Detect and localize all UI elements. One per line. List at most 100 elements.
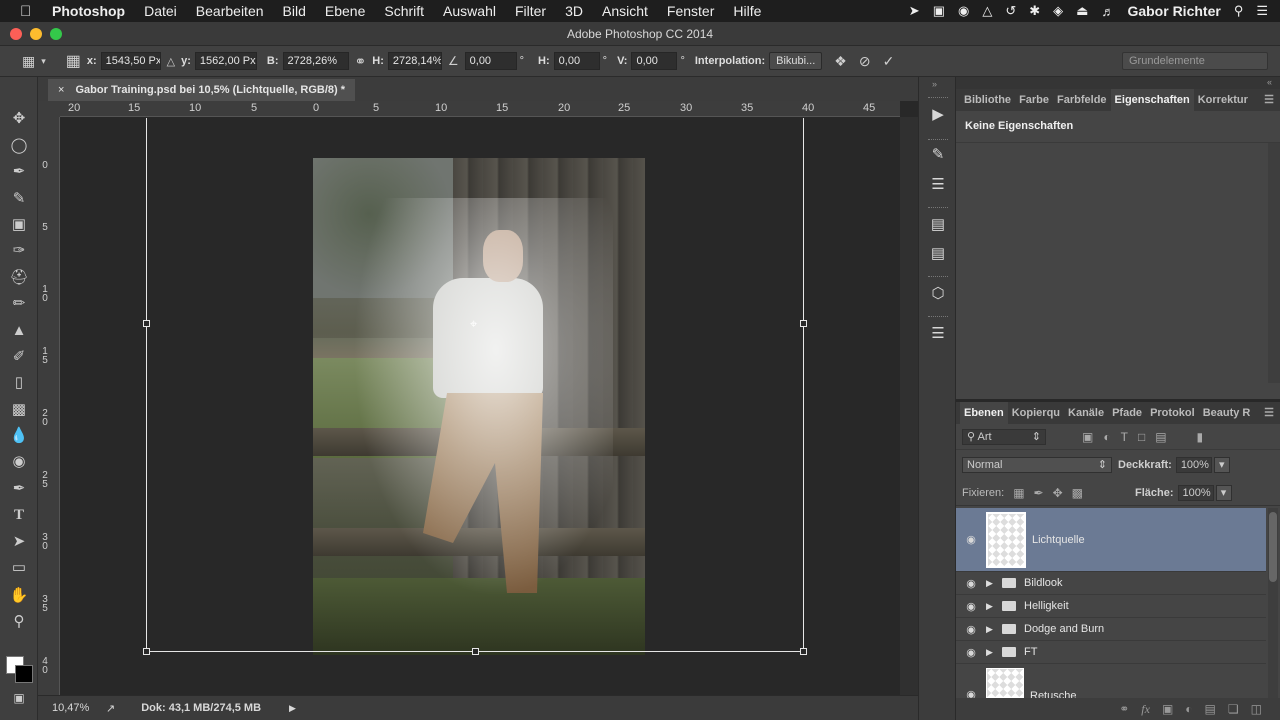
character-panel-icon[interactable]: ▤ (928, 215, 948, 235)
collapse-panels-icon[interactable]: « (1267, 77, 1272, 87)
paragraph-panel-icon[interactable]: ▤ (928, 244, 948, 264)
transform-handle-bottom[interactable] (472, 648, 479, 655)
eye-icon[interactable]: ◉ (956, 688, 986, 698)
gradient-tool-icon[interactable]: ▩ (7, 399, 31, 421)
delete-layer-icon[interactable]: ◫ (1251, 702, 1262, 716)
y-position-field[interactable]: 1562,00 Px (194, 52, 257, 70)
tab-farbe[interactable]: Farbe (1015, 89, 1053, 111)
width-field[interactable]: 2728,26% (282, 52, 349, 70)
bluetooth-icon[interactable]: ✱ (1029, 3, 1040, 19)
blur-tool-icon[interactable]: 💧 (7, 425, 31, 447)
adjustment-layer-icon[interactable]: ◐ (1185, 702, 1192, 716)
menu-schrift[interactable]: Schrift (384, 3, 424, 19)
pen-tool-icon[interactable]: ✒ (7, 478, 31, 500)
dodge-tool-icon[interactable]: ◉ (7, 451, 31, 473)
tab-eigenschaften[interactable]: Eigenschaften (1110, 89, 1194, 111)
menu-hilfe[interactable]: Hilfe (733, 3, 761, 19)
opacity-field[interactable]: 100% (1175, 457, 1212, 473)
document-tab[interactable]: × Gabor Training.psd bei 10,5% (Lichtque… (48, 79, 356, 101)
expand-triangle-icon[interactable]: ▶ (986, 624, 998, 635)
menu-bearbeiten[interactable]: Bearbeiten (196, 3, 264, 19)
menu-datei[interactable]: Datei (144, 3, 177, 19)
blend-mode-select[interactable]: Normal ⇕ (962, 457, 1112, 473)
menu-app-name[interactable]: Photoshop (52, 3, 125, 19)
wifi-icon[interactable]: ◈ (1053, 3, 1063, 19)
reference-point-icon[interactable]: ▦ (66, 51, 81, 71)
ellipse-marquee-tool-icon[interactable]: ◯ (7, 135, 31, 157)
layer-row[interactable]: ◉ Retusche (956, 664, 1266, 698)
interpolation-select[interactable]: Bikubi... (769, 52, 823, 70)
tab-pfade[interactable]: Pfade (1108, 402, 1146, 424)
cloud-icon[interactable]: ➤ (909, 3, 920, 19)
layer-thumbnail[interactable] (986, 668, 1024, 698)
transform-handle-bottom-right[interactable] (800, 648, 807, 655)
layer-style-fx-icon[interactable]: fx (1141, 702, 1150, 717)
tab-bibliotheken[interactable]: Bibliothe (960, 89, 1015, 111)
workspace-select[interactable]: Grundelemente (1122, 52, 1268, 70)
opacity-dropdown-icon[interactable]: ▾ (1213, 457, 1230, 473)
expand-triangle-icon[interactable]: ▶ (986, 647, 998, 658)
3d-panel-icon[interactable]: ⬡ (928, 284, 948, 304)
lock-position-icon[interactable]: ✥ (1053, 486, 1063, 500)
filter-type-icon[interactable]: T (1121, 430, 1128, 444)
link-layers-icon[interactable]: ⚭ (1119, 702, 1129, 716)
tab-kopierquelle[interactable]: Kopierqu (1008, 402, 1064, 424)
canvas-vertical-scrollbar[interactable] (900, 117, 918, 695)
transform-bounding-box[interactable] (143, 118, 807, 655)
eyedropper-tool-icon[interactable]: ✑ (7, 240, 31, 262)
hskew-field[interactable]: 0,00 (553, 52, 600, 70)
lock-pixels-icon[interactable]: ✒ (1034, 486, 1044, 500)
type-tool-icon[interactable]: T (7, 504, 31, 526)
crop-tool-icon[interactable]: ▣ (7, 214, 31, 236)
menu-fenster[interactable]: Fenster (667, 3, 714, 19)
layer-row[interactable]: ◉ ▶ Helligkeit (956, 595, 1266, 618)
filter-smart-object-icon[interactable]: ▤ (1155, 430, 1166, 444)
status-menu-arrow-icon[interactable]: ▶ (289, 703, 296, 714)
canvas-area[interactable]: ⌖ (60, 118, 900, 695)
dock-grip[interactable] (928, 276, 948, 278)
relative-position-icon[interactable]: △ (167, 55, 175, 68)
fill-field[interactable]: 100% (1177, 484, 1214, 501)
menu-ansicht[interactable]: Ansicht (602, 3, 648, 19)
layers-scrollbar-thumb[interactable] (1269, 512, 1277, 582)
tab-korrekturen[interactable]: Korrektur (1194, 89, 1252, 111)
display-icon[interactable]: ▣ (933, 3, 945, 19)
ruler-origin[interactable] (38, 101, 60, 117)
eject-icon[interactable]: ⏏ (1076, 3, 1088, 19)
tool-preset-dropdown-icon[interactable]: ▾ (41, 56, 46, 67)
quick-mask-icon[interactable]: ▣ (7, 687, 31, 709)
zoom-level[interactable]: 10,47% (52, 702, 92, 714)
transform-handle-right[interactable] (800, 320, 807, 327)
path-selection-tool-icon[interactable]: ➤ (7, 531, 31, 553)
link-icon[interactable]: ⚭ (355, 53, 367, 70)
window-minimize-button[interactable] (30, 28, 42, 40)
panel-collapse-bar[interactable]: « (956, 77, 1280, 89)
tab-beauty-retouch[interactable]: Beauty R (1199, 402, 1255, 424)
menu-3d[interactable]: 3D (565, 3, 583, 19)
lasso-tool-icon[interactable]: ✒ (7, 161, 31, 183)
x-position-field[interactable]: 1543,50 Px (100, 52, 161, 70)
menu-bild[interactable]: Bild (283, 3, 306, 19)
close-document-icon[interactable]: × (58, 84, 64, 96)
tab-kanaele[interactable]: Kanäle (1064, 402, 1108, 424)
eraser-tool-icon[interactable]: ▯ (7, 372, 31, 394)
fill-dropdown-icon[interactable]: ▾ (1215, 484, 1232, 501)
lock-transparency-icon[interactable]: ▦ (1013, 486, 1024, 500)
layer-row[interactable]: ◉ ▶ Dodge and Burn (956, 618, 1266, 641)
commit-transform-icon[interactable]: ✓ (883, 53, 895, 70)
layers-scrollbar[interactable] (1268, 508, 1278, 698)
window-close-button[interactable] (10, 28, 22, 40)
tab-farbfelder[interactable]: Farbfelde (1053, 89, 1111, 111)
eye-icon[interactable]: ◉ (956, 577, 986, 590)
healing-brush-tool-icon[interactable]: ⛑ (7, 267, 31, 289)
properties-scrollbar[interactable] (1268, 143, 1280, 383)
layer-thumbnail[interactable] (986, 511, 1026, 568)
hand-tool-icon[interactable]: ✋ (7, 585, 31, 607)
dock-grip[interactable] (928, 316, 948, 318)
menu-filter[interactable]: Filter (515, 3, 546, 19)
clone-stamp-tool-icon[interactable]: ▲ (7, 320, 31, 342)
rectangle-tool-icon[interactable]: ▭ (7, 557, 31, 579)
eye-icon[interactable]: ◉ (956, 623, 986, 636)
actions-play-icon[interactable]: ▶ (928, 105, 948, 125)
expand-triangle-icon[interactable]: ▶ (986, 601, 998, 612)
